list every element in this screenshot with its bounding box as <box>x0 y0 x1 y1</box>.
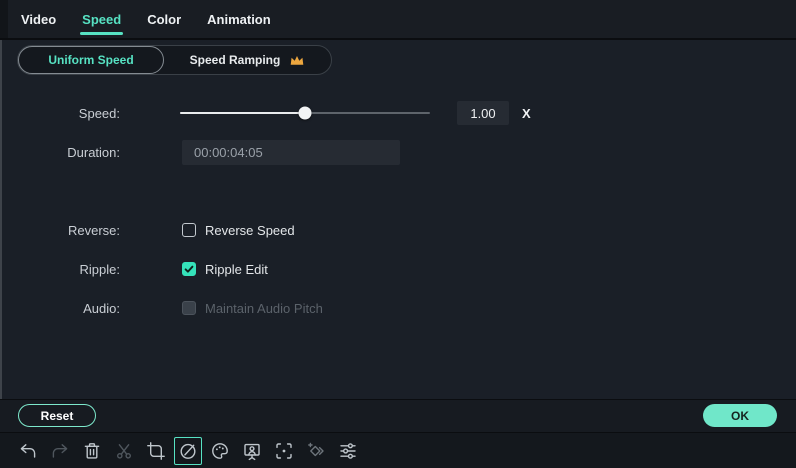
tab-video[interactable]: Video <box>8 0 69 38</box>
speedometer-icon <box>178 441 198 461</box>
check-icon <box>184 265 194 273</box>
adjustment-button[interactable] <box>334 437 362 465</box>
ripple-edit-checkbox-label: Ripple Edit <box>205 261 268 277</box>
presenter-board-icon <box>242 441 262 461</box>
cut-button <box>110 437 138 465</box>
reverse-speed-checkbox[interactable] <box>182 223 196 237</box>
ripple-row: Ripple: Ripple Edit <box>4 256 796 282</box>
crop-button[interactable] <box>142 437 170 465</box>
ripple-row-label: Ripple: <box>79 261 120 277</box>
keyframe-diamond-icon <box>306 441 326 461</box>
redo-icon <box>50 441 70 461</box>
speed-panel-content: Uniform Speed Speed Ramping Speed: 1.00 … <box>0 40 796 399</box>
reverse-speed-checkbox-label: Reverse Speed <box>205 222 295 238</box>
speed-slider-handle[interactable] <box>298 106 312 120</box>
undo-icon <box>18 441 38 461</box>
duration-row-label: Duration: <box>67 144 120 160</box>
speed-settings-panel: Video Speed Color Animation Uniform Spee… <box>0 0 796 468</box>
ok-button[interactable]: OK <box>703 404 777 427</box>
speed-button[interactable] <box>174 436 202 465</box>
ripple-edit-checkbox[interactable] <box>182 262 196 276</box>
tab-speed[interactable]: Speed <box>69 0 134 38</box>
speed-row: Speed: 1.00 X <box>4 100 796 126</box>
tab-bar: Video Speed Color Animation <box>0 0 796 38</box>
scissors-icon <box>114 441 134 461</box>
crop-icon <box>146 441 166 461</box>
uniform-speed-segment[interactable]: Uniform Speed <box>18 46 164 74</box>
duration-row: Duration: 00:00:04:05 <box>4 139 796 165</box>
uniform-speed-label: Uniform Speed <box>48 53 134 67</box>
tab-animation-label: Animation <box>207 11 271 27</box>
tab-color[interactable]: Color <box>134 0 194 38</box>
keyframe-button[interactable] <box>302 437 330 465</box>
trash-icon <box>82 441 102 461</box>
speed-multiplier-label: X <box>522 105 531 121</box>
reverse-row: Reverse: Reverse Speed <box>4 217 796 243</box>
speed-ramping-label: Speed Ramping <box>189 53 281 67</box>
crown-icon <box>291 55 304 65</box>
tab-color-label: Color <box>147 11 182 27</box>
reverse-row-label: Reverse: <box>67 222 120 238</box>
undo-button[interactable] <box>14 437 42 465</box>
focus-brackets-icon <box>274 441 294 461</box>
sliders-icon <box>338 441 358 461</box>
speed-ramping-segment[interactable]: Speed Ramping <box>164 46 331 74</box>
audio-row: Audio: Maintain Audio Pitch <box>4 295 796 321</box>
color-palette-button[interactable] <box>206 437 234 465</box>
tab-speed-label: Speed <box>82 11 122 27</box>
duration-field[interactable]: 00:00:04:05 <box>182 139 400 165</box>
delete-button[interactable] <box>78 437 106 465</box>
tab-video-label: Video <box>21 11 57 27</box>
bottom-toolbar <box>0 433 796 468</box>
ripple-edit-option[interactable]: Ripple Edit <box>182 262 268 277</box>
speed-slider[interactable] <box>180 100 430 126</box>
audio-row-label: Audio: <box>83 300 120 316</box>
maintain-audio-pitch-checkbox <box>182 301 196 315</box>
speed-mode-toggle: Uniform Speed Speed Ramping <box>17 45 332 75</box>
speed-row-label: Speed: <box>78 105 120 121</box>
footer-bar: Reset OK <box>0 400 796 432</box>
reset-button[interactable]: Reset <box>18 404 96 427</box>
presenter-board-button[interactable] <box>238 437 266 465</box>
speed-slider-fill <box>180 112 305 114</box>
speed-value-field[interactable]: 1.00 <box>457 101 509 125</box>
motion-track-button[interactable] <box>270 437 298 465</box>
maintain-audio-pitch-option: Maintain Audio Pitch <box>182 301 323 316</box>
maintain-audio-pitch-checkbox-label: Maintain Audio Pitch <box>205 300 323 316</box>
reverse-speed-option[interactable]: Reverse Speed <box>182 223 295 238</box>
tab-animation[interactable]: Animation <box>194 0 284 38</box>
redo-button <box>46 437 74 465</box>
palette-icon <box>210 441 230 461</box>
